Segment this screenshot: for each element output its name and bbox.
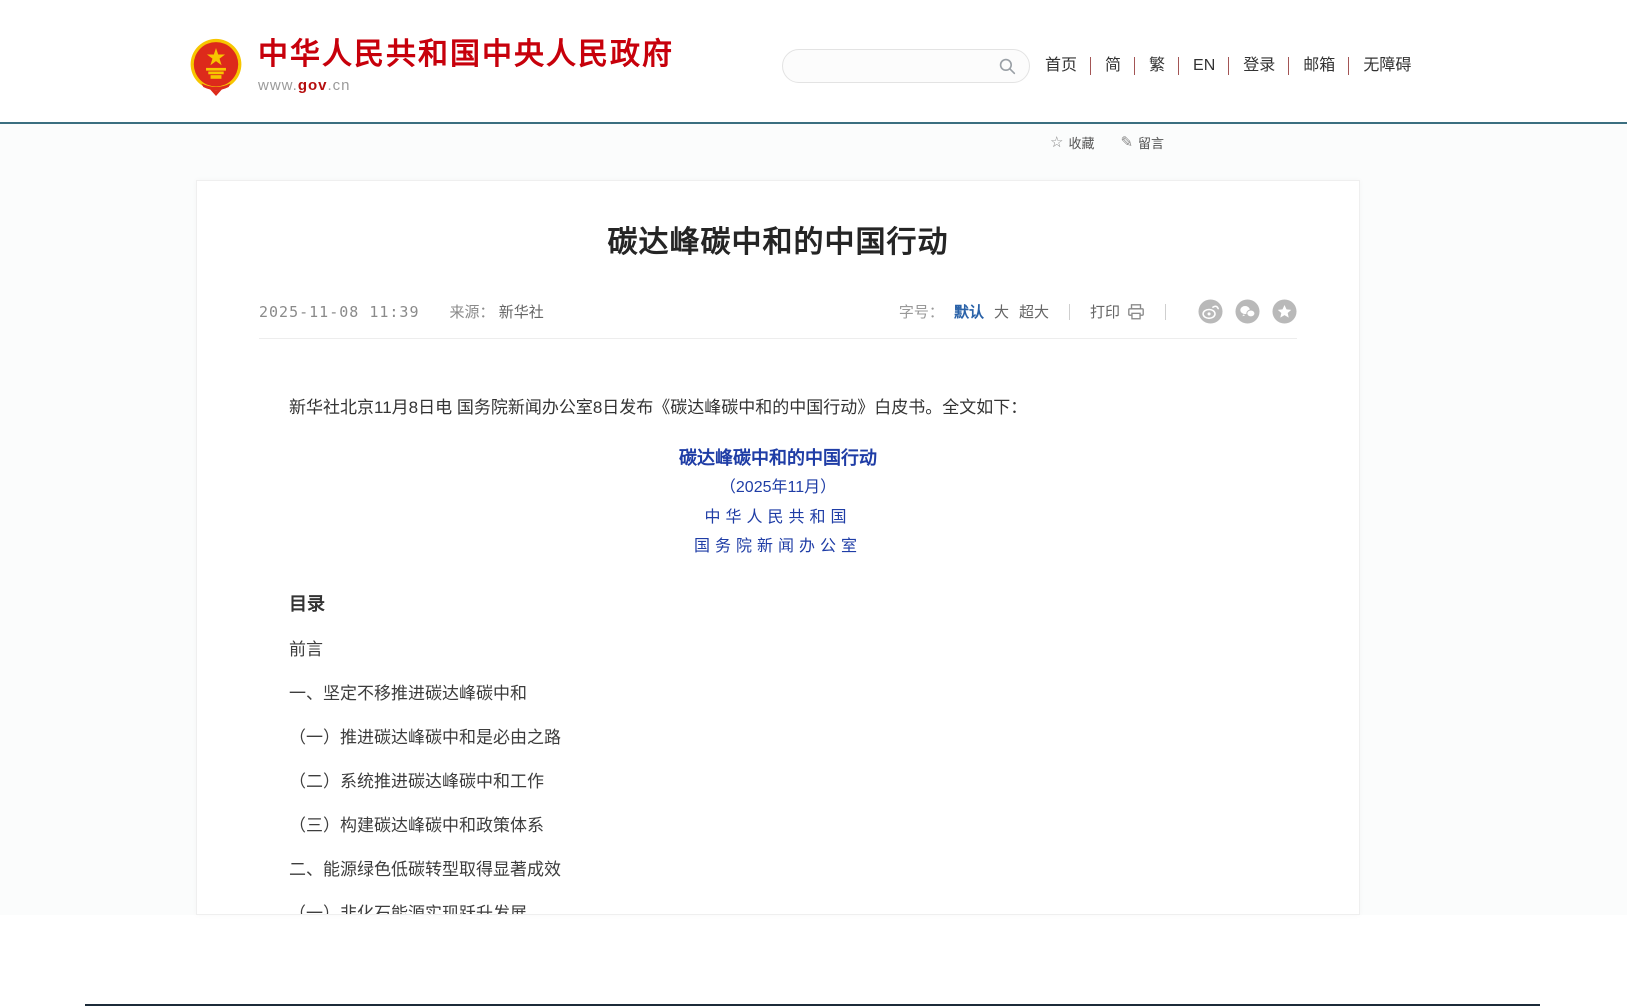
document-issuer-line2: 国务院新闻办公室 [197, 536, 1359, 556]
document-issuer-line1: 中华人民共和国 [197, 507, 1359, 527]
top-nav: 首页简繁 EN 登录邮箱无障碍 [1045, 57, 1411, 75]
font-size-large-button[interactable]: 大 [994, 301, 1009, 322]
publish-date: 2025-11-08 11:39 [259, 303, 420, 321]
site-title: 中华人民共和国中央人民政府 [258, 38, 674, 72]
toc-item: 前言 [289, 640, 1267, 659]
article-title: 碳达峰碳中和的中国行动 [197, 181, 1359, 261]
pencil-icon: ✎ [1120, 135, 1133, 150]
source-label: 来源： [450, 304, 495, 321]
toc-item: （一）推进碳达峰碳中和是必由之路 [289, 728, 1267, 747]
search-icon[interactable] [998, 57, 1017, 76]
toc-item: （二）系统推进碳达峰碳中和工作 [289, 772, 1267, 791]
divider [1165, 304, 1166, 320]
source: 来源： 新华社 [450, 301, 544, 322]
weibo-share-icon[interactable] [1198, 299, 1223, 324]
nav-link[interactable]: 简 [1090, 57, 1121, 75]
toc-title: 目录 [289, 590, 1267, 616]
site-url: www.gov.cn [258, 77, 674, 94]
nav-link[interactable]: 首页 [1045, 57, 1077, 75]
site-logo[interactable]: 中华人民共和国中央人民政府 www.gov.cn [188, 38, 674, 96]
share-icons [1186, 299, 1297, 324]
toc-item: 二、能源绿色低碳转型取得显著成效 [289, 860, 1267, 879]
source-value: 新华社 [499, 304, 544, 321]
favorite-label: 收藏 [1068, 133, 1094, 152]
nav-link[interactable]: 无障碍 [1348, 57, 1411, 75]
printer-icon [1127, 303, 1145, 321]
toc-item: （三）构建碳达峰碳中和政策体系 [289, 816, 1267, 835]
nav-link[interactable]: 繁 [1134, 57, 1165, 75]
document-title: 碳达峰碳中和的中国行动 [197, 447, 1359, 469]
page-actions: ☆ 收藏 ✎ 留言 [1050, 133, 1190, 152]
print-label: 打印 [1090, 301, 1120, 322]
article-card: 碳达峰碳中和的中国行动 2025-11-08 11:39 来源： 新华社 字号：… [196, 180, 1360, 915]
toc-list: 前言一、坚定不移推进碳达峰碳中和 （一）推进碳达峰碳中和是必由之路 （二）系统推进碳… [289, 640, 1267, 915]
page-body: ☆ 收藏 ✎ 留言 碳达峰碳中和的中国行动 2025-11-08 11:39 来… [0, 124, 1627, 915]
logo-text-block: 中华人民共和国中央人民政府 www.gov.cn [258, 38, 674, 94]
toc-item: （一）非化石能源实现跃升发展 [289, 904, 1267, 915]
nav-link[interactable]: 登录 [1228, 57, 1275, 75]
font-size-xlarge-button[interactable]: 超大 [1019, 301, 1049, 322]
wechat-share-icon[interactable] [1235, 299, 1260, 324]
document-date-line: （2025年11月） [197, 478, 1359, 498]
search-input[interactable] [799, 58, 998, 74]
nav-link[interactable]: 邮箱 [1288, 57, 1335, 75]
print-button[interactable]: 打印 [1090, 301, 1145, 322]
message-button[interactable]: ✎ 留言 [1120, 133, 1164, 152]
font-size-default-button[interactable]: 默认 [954, 301, 984, 322]
national-emblem-icon [188, 38, 244, 96]
search-box[interactable] [782, 49, 1030, 83]
divider [1069, 304, 1070, 320]
meta-right: 字号： 默认 大 超大 打印 [899, 299, 1297, 324]
star-share-icon[interactable] [1272, 299, 1297, 324]
toc-item: 一、坚定不移推进碳达峰碳中和 [289, 684, 1267, 703]
nav-link[interactable]: EN [1178, 57, 1215, 75]
favorite-button[interactable]: ☆ 收藏 [1050, 133, 1094, 152]
site-header: 中华人民共和国中央人民政府 www.gov.cn 首页简繁 EN 登录邮箱无障碍 [0, 0, 1627, 122]
lead-paragraph: 新华社北京11月8日电 国务院新闻办公室8日发布《碳达峰碳中和的中国行动》白皮书… [289, 395, 1267, 421]
meta-left: 2025-11-08 11:39 来源： 新华社 [259, 301, 544, 322]
star-icon: ☆ [1050, 135, 1063, 150]
document-heading-block: 碳达峰碳中和的中国行动 （2025年11月） 中华人民共和国 国务院新闻办公室 [197, 447, 1359, 556]
article-meta-row: 2025-11-08 11:39 来源： 新华社 字号： 默认 大 超大 打印 [259, 299, 1297, 339]
message-label: 留言 [1138, 133, 1164, 152]
font-size-label: 字号： [899, 301, 944, 322]
